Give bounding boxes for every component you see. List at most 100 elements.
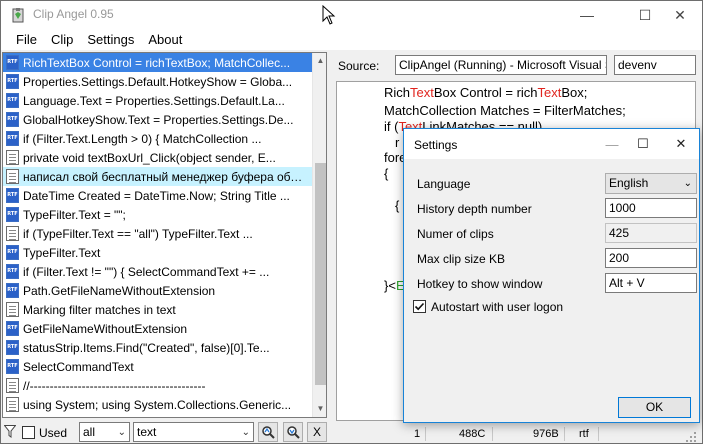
clip-list-item[interactable]: TypeFilter.Text: [3, 243, 312, 262]
window-title: Clip Angel 0.95: [33, 7, 114, 21]
chevron-down-icon: ⌄: [241, 427, 250, 438]
history-depth-input[interactable]: 1000: [605, 198, 697, 218]
resize-grip-icon[interactable]: [685, 431, 697, 443]
settings-dialog: Settings — ☐ ✕ Language English ⌄ Histor…: [403, 128, 700, 423]
type-filter-select[interactable]: all ⌄: [79, 422, 130, 442]
clip-list-item[interactable]: Language.Text = Properties.Settings.Defa…: [3, 91, 312, 110]
source-window-field[interactable]: ClipAngel (Running) - Microsoft Visual S…: [395, 55, 607, 75]
close-button[interactable]: ✕: [657, 1, 703, 29]
status-line: 1: [414, 428, 421, 440]
number-of-clips-field: 425: [605, 223, 697, 243]
clip-list-item-text: Language.Text = Properties.Settings.Defa…: [23, 93, 285, 108]
source-label: Source:: [338, 59, 380, 73]
scroll-up-icon[interactable]: ▲: [313, 53, 326, 69]
clip-list-item[interactable]: SelectCommandText: [3, 357, 312, 376]
find-previous-button[interactable]: [258, 422, 278, 442]
menu-bar: File Clip Settings About: [1, 29, 702, 50]
clip-list-item[interactable]: DateTime Created = DateTime.Now; String …: [3, 186, 312, 205]
text-filter-input[interactable]: text ⌄: [133, 422, 254, 442]
clip-list-item[interactable]: if (Filter.Text != "") { SelectCommandTe…: [3, 262, 312, 281]
settings-title: Settings: [414, 138, 458, 152]
settings-close-button[interactable]: ✕: [663, 129, 699, 159]
hotkey-input[interactable]: Alt + V: [605, 273, 697, 293]
status-separator: [564, 427, 565, 441]
status-size: 976B: [533, 428, 559, 440]
code-token: Text: [537, 85, 562, 100]
type-filter-value: all: [83, 425, 96, 439]
text-document-icon: [6, 150, 19, 165]
clip-list-item-text: if (Filter.Text != "") { SelectCommandTe…: [23, 264, 270, 279]
code-line: {: [384, 166, 388, 181]
used-label: Used: [39, 426, 68, 440]
clip-list-item[interactable]: using System; using System.Collections.G…: [3, 395, 312, 414]
settings-title-bar[interactable]: Settings — ☐ ✕: [404, 129, 699, 159]
status-separator: [492, 427, 493, 441]
text-document-icon: [6, 302, 19, 317]
code-line: }<E: [384, 278, 405, 293]
clip-list-item-text: if (Filter.Text.Length > 0) { MatchColle…: [23, 131, 262, 146]
rtf-document-icon: [6, 74, 19, 89]
chevron-down-icon: ⌄: [683, 178, 692, 189]
clip-list-item-text: //--------------------------------------…: [23, 378, 206, 393]
clip-list[interactable]: using System; using System.Collections.G…: [2, 52, 327, 418]
clip-list-item-text: GetFileNameWithoutExtension: [23, 321, 188, 336]
scroll-down-icon[interactable]: ▼: [313, 401, 326, 417]
text-document-icon: [6, 169, 19, 184]
clip-list-item-text: Marking filter matches in text: [23, 302, 176, 317]
text-document-icon: [6, 397, 19, 412]
scrollbar-thumb[interactable]: [315, 163, 326, 385]
clip-list-item[interactable]: RichTextBox Control = richTextBox; Match…: [3, 53, 312, 72]
status-separator: [598, 427, 599, 441]
clip-list-item-text: Path.GetFileNameWithoutExtension: [23, 283, 216, 298]
rtf-document-icon: [6, 264, 19, 279]
ok-button[interactable]: OK: [618, 397, 691, 418]
code-line: r: [395, 135, 399, 150]
code-line: MatchCollection Matches = FilterMatches;: [384, 103, 626, 118]
settings-maximize-button[interactable]: ☐: [625, 129, 661, 159]
clip-list-item[interactable]: private void textBoxUrl_Click(object sen…: [3, 148, 312, 167]
clip-list-item-text: TypeFilter.Text = "";: [23, 207, 126, 222]
text-document-icon: [6, 226, 19, 241]
max-clip-size-input[interactable]: 200: [605, 248, 697, 268]
language-select[interactable]: English ⌄: [605, 173, 697, 194]
code-token: Rich: [384, 85, 411, 100]
clip-list-item[interactable]: statusStrip.Items.Find("Created", false)…: [3, 338, 312, 357]
menu-file[interactable]: File: [1, 29, 44, 50]
clip-list-item-text: DateTime Created = DateTime.Now; String …: [23, 188, 290, 203]
text-document-icon: [6, 378, 19, 393]
clear-filter-button[interactable]: X: [307, 422, 327, 442]
rtf-document-icon: [6, 188, 19, 203]
clip-list-item[interactable]: if (Filter.Text.Length > 0) { MatchColle…: [3, 129, 312, 148]
code-token: Box;: [561, 85, 588, 100]
number-of-clips-label: Numer of clips: [417, 227, 494, 241]
clip-list-item[interactable]: Properties.Settings.Default.HotkeyShow =…: [3, 72, 312, 91]
used-checkbox[interactable]: [22, 426, 35, 439]
autostart-checkbox[interactable]: [413, 300, 426, 313]
rtf-document-icon: [6, 55, 19, 70]
clip-list-item[interactable]: //--------------------------------------…: [3, 376, 312, 395]
source-process-field[interactable]: devenv: [614, 55, 696, 75]
find-next-button[interactable]: [283, 422, 303, 442]
clip-list-item[interactable]: if (TypeFilter.Text == "all") TypeFilter…: [3, 224, 312, 243]
clip-list-item[interactable]: GlobalHotkeyShow.Text = Properties.Setti…: [3, 110, 312, 129]
clip-list-item[interactable]: Path.GetFileNameWithoutExtension: [3, 281, 312, 300]
clip-list-item[interactable]: TypeFilter.Text = "";: [3, 205, 312, 224]
status-type: rtf: [579, 428, 589, 440]
magnifier-up-icon: [262, 426, 275, 439]
title-bar[interactable]: Clip Angel 0.95 — ☐ ✕: [1, 1, 702, 29]
code-token: Box Control = rich: [433, 85, 538, 100]
menu-settings[interactable]: Settings: [80, 29, 141, 50]
clip-list-item-text: Properties.Settings.Default.HotkeyShow =…: [23, 74, 293, 89]
clip-list-item[interactable]: Marking filter matches in text: [3, 300, 312, 319]
clip-list-item[interactable]: GetFileNameWithoutExtension: [3, 319, 312, 338]
menu-clip[interactable]: Clip: [44, 29, 80, 50]
code-token: {: [384, 166, 389, 181]
menu-about[interactable]: About: [141, 29, 189, 50]
language-value: English: [609, 176, 649, 190]
rtf-document-icon: [6, 283, 19, 298]
minimize-button[interactable]: —: [564, 1, 610, 29]
app-icon: [12, 8, 24, 23]
clip-list-item[interactable]: написал свой бесплатный менеджер буфера …: [3, 167, 312, 186]
clip-list-scrollbar[interactable]: ▲ ▼: [312, 53, 326, 417]
clip-list-item-text: SelectCommandText: [23, 359, 134, 374]
